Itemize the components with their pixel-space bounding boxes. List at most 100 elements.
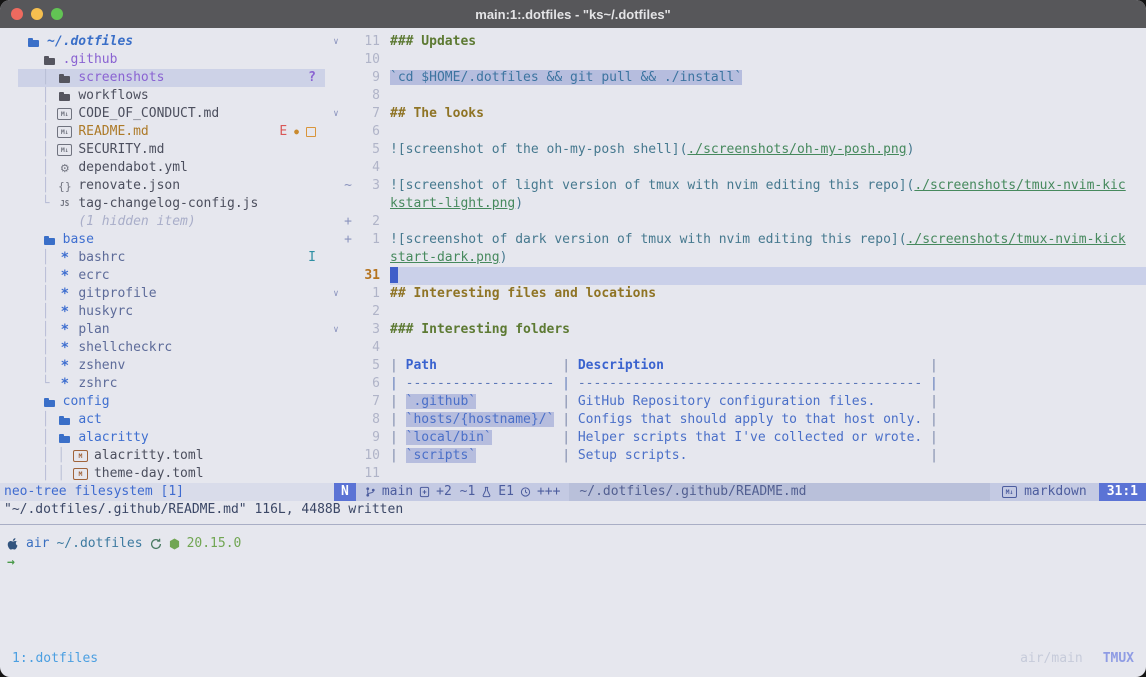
editor-line[interactable]: 5![screenshot of the oh-my-posh shell](.…: [330, 141, 1146, 159]
editor-line[interactable]: ∨ 3### Interesting folders: [330, 321, 1146, 339]
tree-item-dotfiles[interactable]: ~/.dotfiles: [0, 33, 330, 51]
fold-chevron-icon: ∨: [330, 105, 342, 123]
editor-line[interactable]: 11: [330, 465, 1146, 483]
line-text: | `.github` | GitHub Repository configur…: [390, 393, 1146, 411]
file-icon-wrap: M↓: [57, 126, 72, 138]
tree-item-security-md[interactable]: │ M↓SECURITY.md: [0, 141, 330, 159]
tree-item-1-hidden-item[interactable]: (1 hidden item): [0, 213, 330, 231]
cursor-position: 31:1: [1099, 483, 1146, 501]
editor-line[interactable]: 8: [330, 87, 1146, 105]
statusline-filetype: M↓ markdown: [990, 483, 1099, 501]
tree-item-shellcheckrc[interactable]: │ *shellcheckrc: [0, 339, 330, 357]
editor-line[interactable]: ∨ 7## The looks: [330, 105, 1146, 123]
tmux-window-name[interactable]: 1:.dotfiles: [12, 651, 98, 666]
tree-item-alacritty-toml[interactable]: │ │ Malacritty.toml: [0, 447, 330, 465]
editor-line[interactable]: ∨ 11### Updates: [330, 33, 1146, 51]
line-number: 3: [354, 177, 380, 195]
editor-line[interactable]: 7| `.github` | GitHub Repository configu…: [330, 393, 1146, 411]
file-icon-wrap: [57, 74, 72, 83]
vim-statusline: N main +2 ~1 E1 +++ ~/.dotfiles/.github/…: [334, 483, 1146, 501]
tree-item-alacritty[interactable]: │ alacritty: [0, 429, 330, 447]
line-number: [354, 195, 380, 213]
markdown-icon: M↓: [1002, 486, 1017, 498]
git-sign-column: [342, 285, 354, 303]
line-text: start-dark.png): [390, 249, 1146, 267]
tree-item-dependabot-yml[interactable]: │ ⚙dependabot.yml: [0, 159, 330, 177]
syntax-segment: ): [907, 142, 915, 157]
tree-item-label: theme-day.toml: [94, 465, 204, 483]
line-text: | `hosts/{hostname}/` | Configs that sho…: [390, 411, 1146, 429]
git-sign-column: [342, 123, 354, 141]
tree-item-readme-md[interactable]: │ M↓README.mdE●: [0, 123, 330, 141]
line-number: 7: [354, 105, 380, 123]
git-sign-column: [342, 195, 354, 213]
editor-line[interactable]: +1![screenshot of dark version of tmux w…: [330, 231, 1146, 249]
editor-line[interactable]: ~3![screenshot of light version of tmux …: [330, 177, 1146, 195]
editor-line[interactable]: 2: [330, 303, 1146, 321]
tree-item-zshenv[interactable]: │ *zshenv: [0, 357, 330, 375]
git-status-badges: E●: [279, 123, 330, 141]
editor-line[interactable]: 4: [330, 339, 1146, 357]
editor-line[interactable]: 5| Path | Description |: [330, 357, 1146, 375]
file-icon-wrap: *: [57, 339, 72, 357]
tree-item-ecrc[interactable]: │ *ecrc: [0, 267, 330, 285]
tree-item-label: huskyrc: [78, 303, 133, 321]
git-sign-column: [342, 321, 354, 339]
line-number: 5: [354, 141, 380, 159]
tree-item-screenshots[interactable]: │ screenshots?: [0, 69, 330, 87]
tree-item-config[interactable]: config: [0, 393, 330, 411]
line-text: ### Interesting folders: [390, 321, 1146, 339]
editor-line[interactable]: 8| `hosts/{hostname}/` | Configs that sh…: [330, 411, 1146, 429]
file-icon-wrap: *: [57, 303, 72, 321]
tree-item-github[interactable]: .github: [0, 51, 330, 69]
tree-item-theme-day-toml[interactable]: │ │ Mtheme-day.toml: [0, 465, 330, 483]
tree-item-label: alacritty.toml: [94, 447, 204, 465]
prompt-arrow[interactable]: →: [7, 553, 241, 572]
dotfile-asterisk-icon: *: [61, 375, 69, 393]
editor-line[interactable]: 4: [330, 159, 1146, 177]
editor-line[interactable]: 10: [330, 51, 1146, 69]
tree-item-base[interactable]: base: [0, 231, 330, 249]
line-number: 10: [354, 51, 380, 69]
tmux-label: TMUX: [1103, 651, 1134, 666]
editor-line[interactable]: +2: [330, 213, 1146, 231]
folder-icon: [44, 398, 55, 407]
tree-indent-guide: │: [26, 411, 57, 429]
git-sign-column: [342, 141, 354, 159]
editor-line[interactable]: 6| ------------------- | ---------------…: [330, 375, 1146, 393]
editor-line[interactable]: 9| `local/bin` | Helper scripts that I'v…: [330, 429, 1146, 447]
line-number: 1: [354, 285, 380, 303]
tree-item-bashrc[interactable]: │ *bashrcI: [0, 249, 330, 267]
line-text: [390, 339, 1146, 357]
tmux-pane-border[interactable]: [0, 524, 1146, 525]
syntax-segment: ![screenshot of the oh-my-posh shell](: [390, 142, 687, 157]
syntax-segment: |: [492, 430, 578, 445]
tree-item-zshrc[interactable]: └ *zshrc: [0, 375, 330, 393]
fold-chevron-icon: ∨: [330, 285, 342, 303]
syntax-segment: |: [390, 430, 406, 445]
editor-line[interactable]: ∨ 1## Interesting files and locations: [330, 285, 1146, 303]
editor-line[interactable]: 9`cd $HOME/.dotfiles && git pull && ./in…: [330, 69, 1146, 87]
tree-item-label: README.md: [78, 123, 148, 141]
editor-line[interactable]: start-dark.png): [330, 249, 1146, 267]
editor-cursor-line[interactable]: 31: [330, 267, 1146, 285]
editor-buffer[interactable]: ∨ 11### Updates 10 9`cd $HOME/.dotfiles …: [330, 33, 1146, 483]
tree-item-huskyrc[interactable]: │ *huskyrc: [0, 303, 330, 321]
editor-line[interactable]: 6: [330, 123, 1146, 141]
syntax-segment: Path: [406, 358, 437, 373]
tree-item-gitprofile[interactable]: │ *gitprofile: [0, 285, 330, 303]
diagnostics-count: E1: [498, 483, 514, 501]
tree-item-workflows[interactable]: │ workflows: [0, 87, 330, 105]
file-icon-wrap: M↓: [57, 144, 72, 156]
tree-item-act[interactable]: │ act: [0, 411, 330, 429]
tree-item-code-of-conduct-md[interactable]: │ M↓CODE_OF_CONDUCT.md: [0, 105, 330, 123]
tree-item-label: zshenv: [78, 357, 125, 375]
tree-item-plan[interactable]: │ *plan: [0, 321, 330, 339]
tree-item-renovate-json[interactable]: │ {}renovate.json: [0, 177, 330, 195]
tree-item-tag-changelog-config-js[interactable]: └ JStag-changelog-config.js: [0, 195, 330, 213]
git-sign-column: [342, 159, 354, 177]
fold-column: [330, 447, 342, 465]
editor-line[interactable]: kstart-light.png): [330, 195, 1146, 213]
editor-line[interactable]: 10| `scripts` | Setup scripts. |: [330, 447, 1146, 465]
line-number: 2: [354, 213, 380, 231]
